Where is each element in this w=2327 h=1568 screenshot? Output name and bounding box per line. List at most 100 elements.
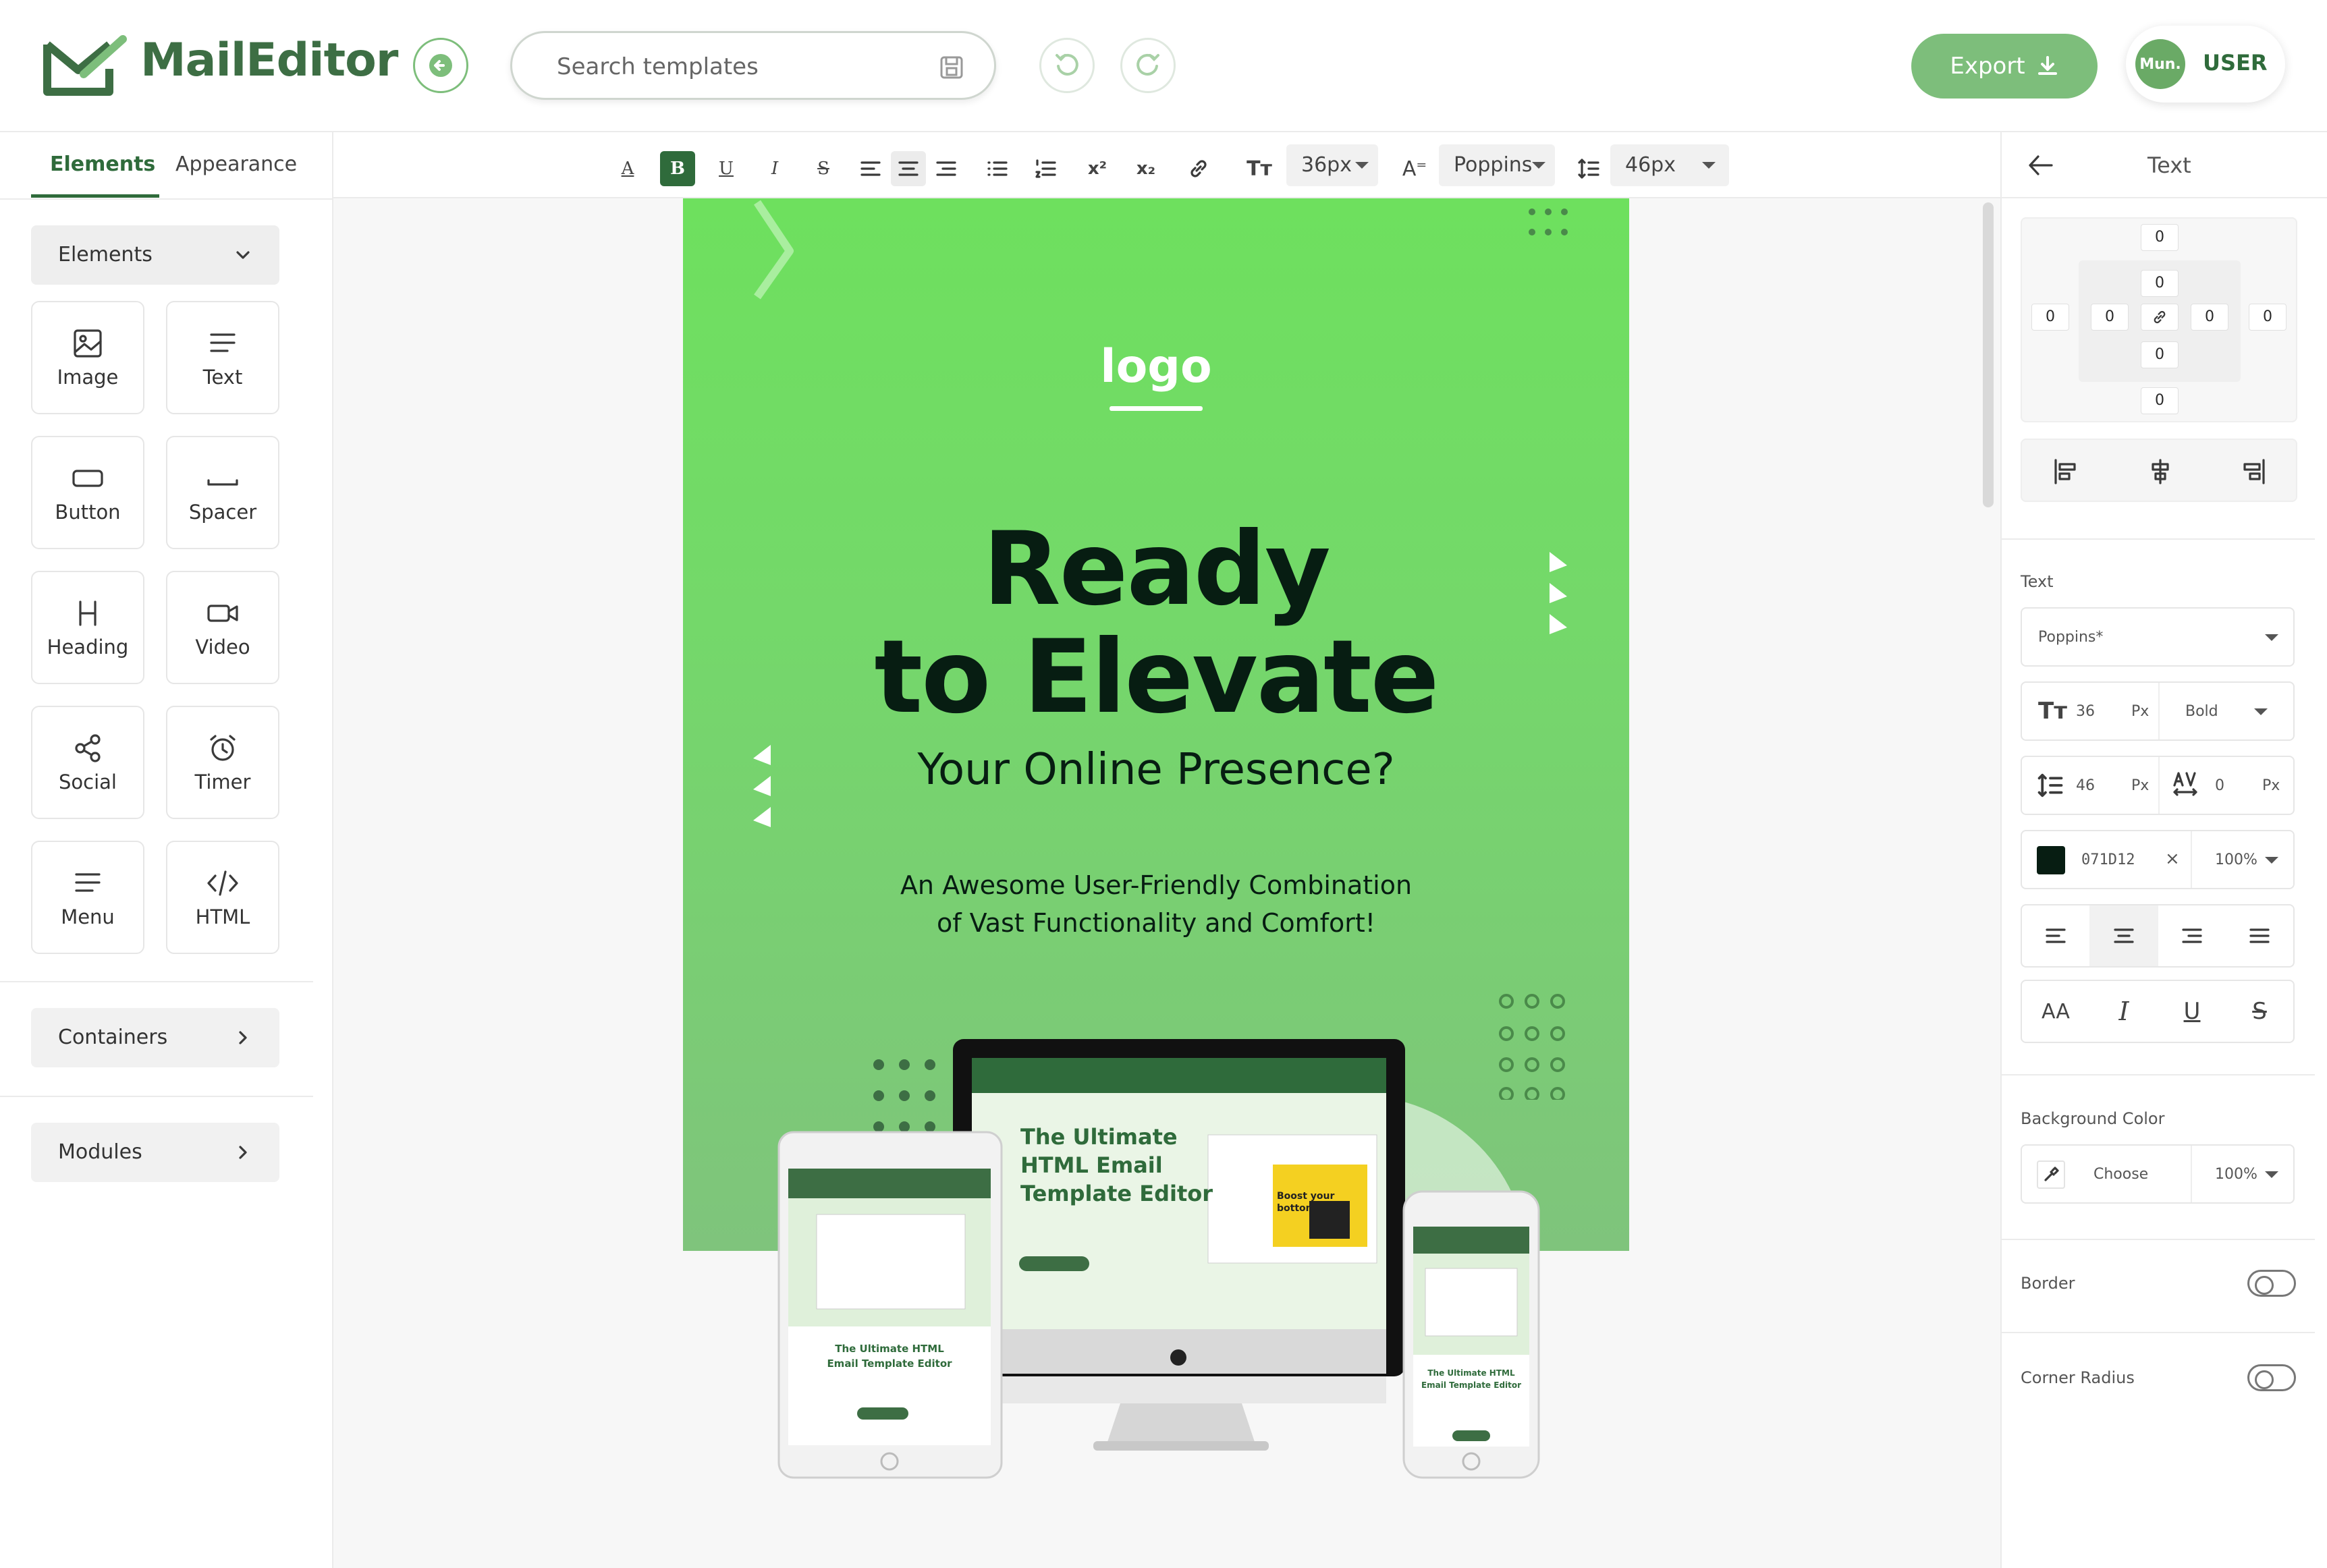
body-line1[interactable]: An Awesome User-Friendly Combination [683, 870, 1629, 900]
margin-top-input[interactable]: 0 [2141, 224, 2179, 251]
align-left-button[interactable] [853, 151, 888, 186]
line-height-input[interactable]: 46 [2076, 777, 2095, 794]
back-button[interactable] [413, 38, 468, 93]
email-logo[interactable]: logo [683, 340, 1629, 393]
text-align-left-button[interactable] [2022, 905, 2089, 966]
font-family-value: Poppins [1454, 153, 1533, 177]
modules-label: Modules [58, 1140, 142, 1164]
underline-button[interactable]: U [709, 151, 744, 186]
element-menu[interactable]: Menu [31, 841, 144, 954]
tab-elements[interactable]: Elements [50, 152, 155, 176]
line-height-unit: Px [2131, 777, 2150, 794]
device-mockup-image[interactable]: The Ultimate HTML Email Template Editor … [769, 1012, 1566, 1484]
element-button[interactable]: Button [31, 436, 144, 549]
canvas-scrollbar[interactable] [1983, 202, 1994, 507]
tab-appearance[interactable]: Appearance [175, 152, 297, 176]
italic-button[interactable]: I [757, 151, 792, 186]
padding-bottom-input[interactable]: 0 [2141, 341, 2179, 368]
padding-left-input[interactable]: 0 [2091, 304, 2129, 331]
corner-radius-toggle[interactable] [2247, 1364, 2296, 1391]
numbered-list-button[interactable] [1029, 151, 1064, 186]
letter-spacing-input[interactable]: 0 [2215, 777, 2224, 794]
font-family-select[interactable]: Poppins [1439, 144, 1555, 186]
superscript-button[interactable]: x² [1080, 151, 1115, 186]
headline-line1[interactable]: Ready [683, 515, 1629, 623]
choose-color-button[interactable]: Choose [2093, 1166, 2148, 1183]
element-image[interactable]: Image [31, 301, 144, 414]
body-line2[interactable]: of Vast Functionality and Comfort! [683, 908, 1629, 938]
divider [2158, 683, 2160, 739]
containers-section[interactable]: Containers [31, 1008, 279, 1067]
link-button[interactable] [1181, 151, 1216, 186]
color-opacity-select[interactable]: 100% [2215, 851, 2257, 868]
clear-color-icon[interactable]: × [2165, 849, 2180, 869]
uppercase-button[interactable]: AA [2022, 981, 2089, 1042]
strikethrough-button[interactable]: S [806, 151, 841, 186]
mockup-boost-line: bottom line. [1277, 1203, 1342, 1214]
arrow-left-icon[interactable] [2025, 150, 2056, 181]
panel-divider [2002, 1239, 2315, 1240]
headline-subtitle[interactable]: Your Online Presence? [683, 745, 1629, 795]
element-social[interactable]: Social [31, 706, 144, 819]
italic-button[interactable]: I [2089, 981, 2158, 1042]
element-text[interactable]: Text [166, 301, 279, 414]
text-align-justify-button[interactable] [2226, 905, 2293, 966]
font-family-dropdown[interactable]: Poppins* [2021, 607, 2295, 667]
top-header: MailEditor Search templates Export Mun. … [0, 0, 2327, 132]
margin-left-input[interactable]: 0 [2031, 304, 2069, 331]
font-family-icon: A⁼ [1402, 157, 1427, 181]
align-right-button[interactable] [929, 151, 964, 186]
menu-icon [75, 873, 101, 892]
bullet-list-button[interactable] [980, 151, 1015, 186]
triangle-decoration-icon [1550, 552, 1567, 634]
margin-right-input[interactable]: 0 [2249, 304, 2287, 331]
mockup-heading-line: The Ultimate [1020, 1124, 1178, 1150]
element-heading[interactable]: Heading [31, 571, 144, 684]
element-html[interactable]: HTML [166, 841, 279, 954]
redo-icon [1137, 53, 1159, 76]
export-button[interactable]: Export [1911, 34, 2098, 99]
strikethrough-button[interactable]: S [2226, 981, 2293, 1042]
border-toggle[interactable] [2247, 1270, 2296, 1297]
font-size-input[interactable]: 36 [2076, 703, 2095, 720]
font-size-select[interactable]: 36px [1286, 144, 1378, 186]
line-height-select[interactable]: 46px [1610, 144, 1729, 186]
letter-spacing-unit: Px [2262, 777, 2280, 794]
element-spacer[interactable]: Spacer [166, 436, 279, 549]
share-icon [75, 734, 101, 762]
element-timer[interactable]: Timer [166, 706, 279, 819]
bg-opacity-select[interactable]: 100% [2215, 1166, 2257, 1183]
color-hex-input[interactable]: 071D12 [2081, 851, 2135, 868]
bold-button[interactable]: B [660, 151, 695, 186]
redo-button[interactable] [1120, 38, 1176, 93]
text-align-right-button[interactable] [2158, 905, 2226, 966]
divider [2191, 1146, 2192, 1202]
save-icon[interactable] [939, 55, 964, 80]
padding-right-input[interactable]: 0 [2191, 304, 2228, 331]
chevron-right-icon [239, 1031, 247, 1044]
align-block-center-icon[interactable] [2146, 457, 2174, 486]
color-swatch[interactable] [2037, 846, 2065, 874]
element-video[interactable]: Video [166, 571, 279, 684]
panel-divider [2002, 197, 2327, 198]
underline-button[interactable]: U [2158, 981, 2226, 1042]
undo-button[interactable] [1039, 38, 1095, 93]
line-height-icon [2037, 773, 2063, 797]
font-color-button[interactable]: A [610, 151, 645, 186]
headline-line2[interactable]: to Elevate [683, 623, 1629, 731]
align-center-button[interactable] [891, 151, 926, 186]
margin-bottom-input[interactable]: 0 [2141, 387, 2179, 414]
eyedropper-button[interactable] [2037, 1160, 2065, 1189]
font-weight-select[interactable]: Bold [2185, 703, 2218, 720]
search-input[interactable]: Search templates [510, 31, 996, 100]
link-spacing-button[interactable] [2141, 304, 2179, 331]
modules-section[interactable]: Modules [31, 1123, 279, 1182]
subscript-button[interactable]: x₂ [1128, 151, 1164, 186]
elements-dropdown[interactable]: Elements [31, 225, 279, 285]
text-align-center-button[interactable] [2089, 905, 2158, 966]
padding-top-input[interactable]: 0 [2141, 270, 2179, 297]
align-block-left-icon[interactable] [2052, 457, 2080, 486]
alarm-icon [210, 735, 236, 761]
user-menu[interactable]: Mun. USER [2126, 26, 2285, 103]
align-block-right-icon[interactable] [2239, 457, 2268, 486]
